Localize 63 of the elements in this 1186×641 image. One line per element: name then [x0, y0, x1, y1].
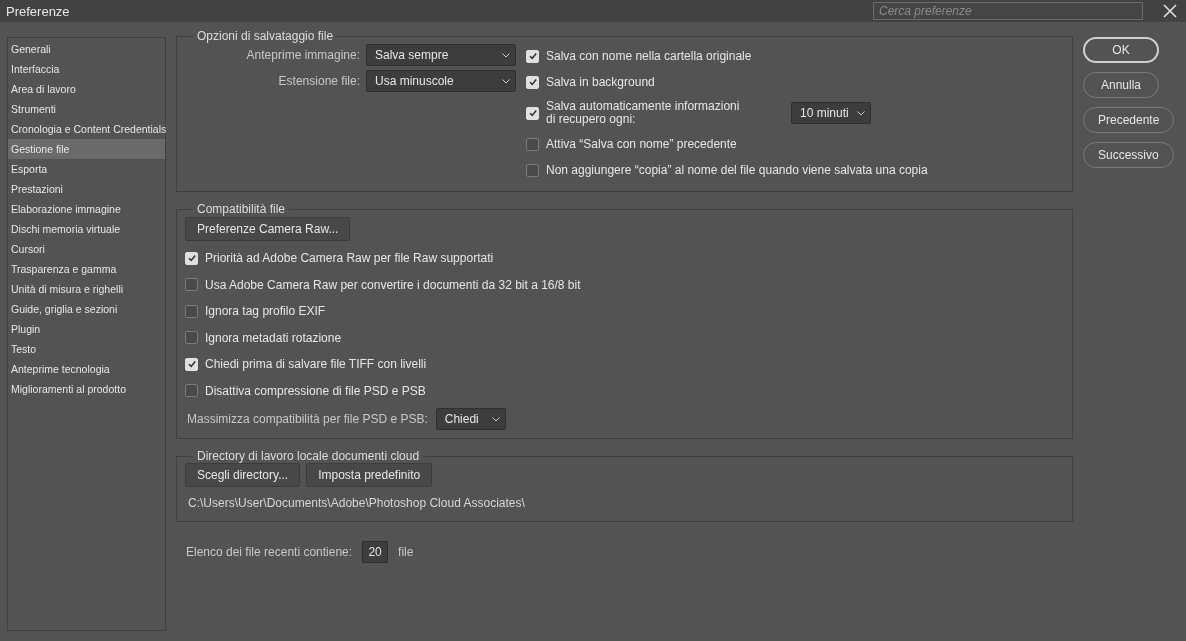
chevron-icon — [857, 110, 865, 116]
chevron-icon — [502, 78, 510, 84]
checkbox[interactable] — [185, 331, 198, 345]
sidebar-item[interactable]: Esporta — [8, 159, 165, 179]
sidebar-item[interactable]: Testo — [8, 339, 165, 359]
search-field[interactable]: Cerca preferenze — [873, 2, 1143, 20]
sidebar-item[interactable]: Trasparenza e gamma — [8, 259, 165, 279]
checkbox-label: Disattiva compressione di file PSD e PSB — [205, 383, 426, 398]
field-label: Elenco dei file recenti contiene: — [186, 545, 353, 559]
checkbox-label: Salva automaticamente informazioni di recupero ogni: — [546, 100, 741, 126]
dialog-button[interactable]: Annulla — [1083, 72, 1159, 98]
checkbox-label: Attiva “Salva con nome” precedente — [546, 137, 737, 151]
dropdown[interactable]: Usa minuscole — [366, 70, 516, 92]
sidebar-item[interactable]: Unità di misura e righelli — [8, 279, 165, 299]
directory-button[interactable]: Imposta predefinito — [306, 463, 433, 487]
checkbox-label: Salva in background — [546, 75, 655, 89]
window-title: Preferenze — [6, 3, 71, 19]
dialog-button[interactable]: Successivo — [1083, 142, 1174, 168]
close-icon[interactable] — [1163, 4, 1177, 18]
sidebar-item[interactable]: Guide, griglia e sezioni — [8, 299, 165, 319]
camera-raw-button[interactable]: Preferenze Camera Raw... — [185, 217, 351, 241]
checkbox[interactable] — [185, 304, 198, 318]
dialog-button[interactable]: Precedente — [1083, 107, 1175, 133]
sidebar-item[interactable]: Strumenti — [8, 99, 165, 119]
sidebar-item[interactable]: Miglioramenti al prodotto — [8, 379, 165, 399]
group-title: Compatibilità file — [196, 202, 287, 216]
sidebar-item[interactable]: Interfaccia — [8, 59, 165, 79]
dropdown[interactable]: Salva sempre — [366, 44, 516, 66]
sidebar-item[interactable]: Elaborazione immagine — [8, 199, 165, 219]
chevron-icon — [491, 416, 500, 422]
sidebar-item[interactable]: Prestazioni — [8, 179, 165, 199]
dialog-button[interactable]: OK — [1083, 37, 1159, 63]
directory-button[interactable]: Scegli directory... — [185, 463, 301, 487]
dropdown[interactable]: 10 minuti — [791, 102, 871, 124]
field-label: Estensione file: — [278, 74, 360, 88]
sidebar-item[interactable]: Cursori — [8, 239, 165, 259]
checkbox[interactable] — [526, 137, 539, 151]
field-label: Massimizza compatibilità per file PSD e PSB: — [187, 412, 428, 426]
number-field[interactable]: 20 — [362, 541, 389, 563]
checkbox-label: Chiedi prima di salvare file TIFF con livelli — [205, 357, 427, 372]
sidebar-item[interactable]: Plugin — [8, 319, 165, 339]
checkbox[interactable] — [185, 278, 198, 292]
sidebar-item[interactable]: Generali — [8, 39, 165, 59]
field-label: Anteprime immagine: — [246, 48, 360, 62]
checkbox-label: Ignora tag profilo EXIF — [205, 304, 326, 319]
sidebar-item[interactable]: Cronologia e Content Credentials — [8, 119, 165, 139]
dropdown[interactable]: Chiedi — [435, 408, 506, 430]
checkbox-label: Non aggiungere “copia” al nome del file quando viene salvata una copia — [546, 163, 928, 177]
sidebar-item[interactable]: Area di lavoro — [8, 79, 165, 99]
checkbox-label: Ignora metadati rotazione — [205, 330, 342, 345]
sidebar-item[interactable]: Dischi memoria virtuale — [8, 219, 165, 239]
sidebar-item[interactable]: Anteprime tecnologia — [8, 359, 165, 379]
sidebar-item[interactable]: Gestione file — [8, 139, 165, 159]
group-title: Opzioni di salvataggio file — [196, 29, 335, 43]
checkbox-label: Usa Adobe Camera Raw per convertire i documenti da 32 bit a 16/8 bit — [205, 277, 581, 292]
checkbox[interactable] — [185, 384, 198, 398]
chevron-icon — [502, 52, 510, 58]
checkbox[interactable] — [526, 163, 539, 177]
directory-path: C:\Users\User\Documents\Adobe\Photoshop Cloud Associates\ — [187, 496, 526, 510]
checkbox-label: Salva con nome nella cartella originale — [546, 49, 752, 63]
checkbox-label: Priorità ad Adobe Camera Raw per file Raw supportati — [205, 251, 494, 266]
group-title: Directory di lavoro locale documenti cloud — [196, 449, 421, 463]
unit-label: file — [398, 545, 414, 559]
